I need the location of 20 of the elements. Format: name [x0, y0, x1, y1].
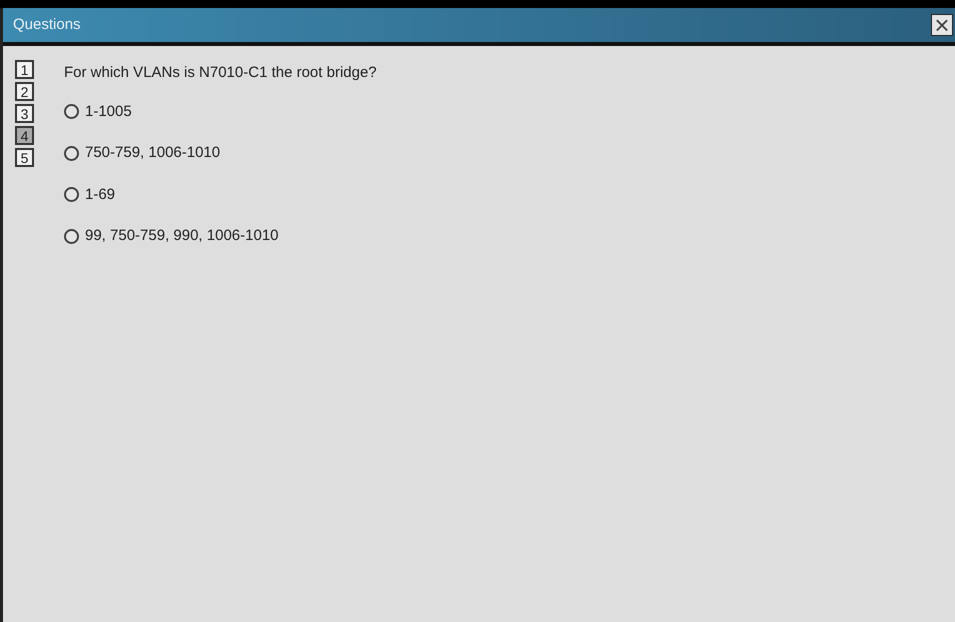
- option-label: 1-69: [85, 184, 116, 204]
- close-button[interactable]: ×: [931, 14, 953, 36]
- question-number-button[interactable]: 2: [15, 82, 34, 101]
- radio-button[interactable]: [64, 104, 79, 120]
- option-label: 99, 750-759, 990, 1006-1010: [85, 226, 278, 246]
- radio-button[interactable]: [64, 228, 79, 244]
- answer-option[interactable]: 1-69: [64, 184, 377, 206]
- answer-option[interactable]: 99, 750-759, 990, 1006-1010: [64, 225, 377, 248]
- question-text: For which VLANs is N7010-C1 the root bridge?: [64, 63, 377, 83]
- radio-button[interactable]: [64, 146, 79, 161]
- radio-button[interactable]: [64, 187, 79, 202]
- question-number-button[interactable]: 4: [15, 126, 34, 145]
- question-number-button[interactable]: 1: [15, 60, 34, 79]
- answer-option[interactable]: 1-1005: [64, 100, 377, 123]
- answer-option[interactable]: 750-759, 1006-1010: [64, 142, 377, 164]
- option-label: 1-1005: [85, 102, 132, 122]
- window-title: Questions: [13, 14, 81, 35]
- question-number-button[interactable]: 5: [15, 148, 34, 167]
- option-label: 750-759, 1006-1010: [85, 143, 220, 163]
- question-number-button[interactable]: 3: [15, 104, 34, 123]
